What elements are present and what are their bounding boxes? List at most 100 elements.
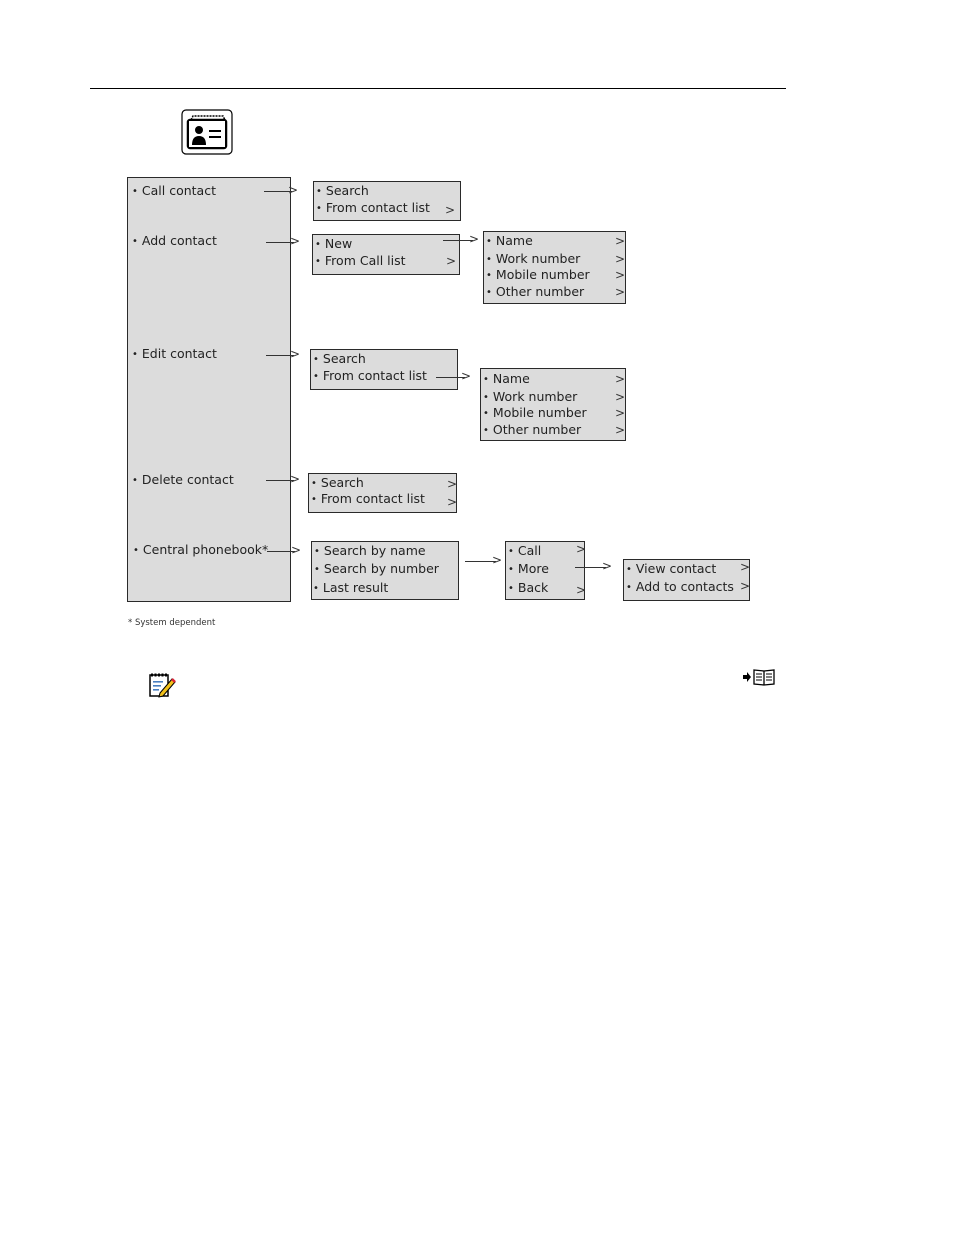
submenu-item[interactable]: • Search [311, 475, 364, 492]
header-rule [90, 88, 786, 89]
submenu-item[interactable]: • Search by number [314, 561, 439, 578]
submenu-item-label: Work number [492, 389, 578, 404]
arrow-connector [465, 553, 502, 567]
submenu-item-label: View contact [635, 561, 717, 576]
contacts-card-icon [181, 109, 233, 155]
submenu-item[interactable]: • Mobile number [483, 405, 587, 422]
bullet: • [486, 236, 492, 247]
menu-item-add-contact[interactable]: • Add contact [132, 233, 217, 250]
submenu-item[interactable]: • Last result [313, 580, 388, 597]
note-pencil-icon [149, 673, 176, 698]
submenu-item[interactable]: • Call [508, 543, 541, 560]
submenu-item[interactable]: • Work number [483, 389, 577, 406]
chevron-right-icon: > [446, 254, 457, 268]
submenu-item-label: Search [325, 183, 369, 198]
bullet: • [483, 374, 489, 385]
chevron-right-icon: > [615, 234, 626, 248]
bullet: • [314, 564, 320, 575]
submenu-item[interactable]: • Mobile number [486, 267, 590, 284]
submenu-item[interactable]: • Search [316, 183, 369, 200]
menu-item-label: Edit contact [141, 346, 217, 361]
submenu-item[interactable]: • View contact [626, 561, 716, 578]
bullet: • [483, 392, 489, 403]
submenu-item-label: Call [517, 543, 542, 558]
chevron-right-icon: > [615, 372, 626, 386]
menu-item-label: Call contact [141, 183, 216, 198]
submenu-item[interactable]: • From contact list [311, 491, 425, 508]
chevron-right-icon: > [447, 495, 458, 509]
bullet: • [314, 546, 320, 557]
arrow-connector [264, 183, 298, 197]
bullet: • [316, 186, 322, 197]
submenu-item-label: Name [495, 233, 533, 248]
menu-item-label: Central phonebook* [142, 542, 269, 557]
bullet: • [311, 494, 317, 505]
submenu-item-label: From contact list [320, 491, 425, 506]
arrow-connector [266, 347, 300, 361]
chevron-right-icon: > [740, 579, 751, 593]
submenu-item-label: Add to contacts [635, 579, 734, 594]
arrow-connector [443, 232, 479, 246]
chevron-right-icon: > [615, 423, 626, 437]
submenu-item-label: Search [322, 351, 366, 366]
bullet: • [315, 239, 321, 250]
bullet: • [132, 349, 138, 360]
chevron-right-icon: > [740, 560, 751, 574]
submenu-item-label: Search by number [323, 561, 439, 576]
submenu-item[interactable]: • Search by name [314, 543, 426, 560]
book-reference-icon [743, 669, 775, 686]
submenu-item-label: Work number [495, 251, 581, 266]
chevron-right-icon: > [615, 252, 626, 266]
submenu-item[interactable]: • More [508, 561, 549, 578]
bullet: • [508, 564, 514, 575]
menu-item-central-phonebook[interactable]: • Central phonebook* [133, 542, 268, 559]
submenu-item-label: From contact list [325, 200, 430, 215]
submenu-item[interactable]: • Search [313, 351, 366, 368]
arrow-connector [575, 559, 612, 573]
submenu-item[interactable]: • Add to contacts [626, 579, 734, 596]
submenu-item-label: Name [492, 371, 530, 386]
bullet: • [313, 583, 319, 594]
bullet: • [486, 270, 492, 281]
submenu-item[interactable]: • Other number [486, 284, 584, 301]
submenu-item[interactable]: • From contact list [316, 200, 430, 217]
submenu-item-label: From Call list [324, 253, 406, 268]
bullet: • [486, 287, 492, 298]
submenu-item-label: Back [517, 580, 549, 595]
arrow-connector [266, 234, 300, 248]
bullet: • [483, 425, 489, 436]
bullet: • [508, 583, 514, 594]
submenu-item-label: Mobile number [492, 405, 587, 420]
submenu-item-label: Search [320, 475, 364, 490]
bullet: • [132, 475, 138, 486]
submenu-item[interactable]: • From Call list [315, 253, 406, 270]
submenu-item-label: From contact list [322, 368, 427, 383]
submenu-item[interactable]: • Name [486, 233, 533, 250]
menu-item-call-contact[interactable]: • Call contact [132, 183, 216, 200]
submenu-item[interactable]: • Work number [486, 251, 580, 268]
bullet: • [626, 582, 632, 593]
chevron-right-icon: > [615, 406, 626, 420]
submenu-item[interactable]: • Back [508, 580, 548, 597]
menu-item-delete-contact[interactable]: • Delete contact [132, 472, 234, 489]
bullet: • [311, 478, 317, 489]
submenu-item[interactable]: • Name [483, 371, 530, 388]
submenu-item[interactable]: • New [315, 236, 352, 253]
submenu-item[interactable]: • Other number [483, 422, 581, 439]
menu-item-label: Add contact [141, 233, 217, 248]
submenu-item[interactable]: • From contact list [313, 368, 427, 385]
footnote: * System dependent [128, 618, 216, 628]
submenu-item-label: Mobile number [495, 267, 590, 282]
menu-item-label: Delete contact [141, 472, 234, 487]
bullet: • [483, 408, 489, 419]
chevron-right-icon: > [445, 203, 456, 217]
menu-item-edit-contact[interactable]: • Edit contact [132, 346, 217, 363]
submenu-item-label: Other number [492, 422, 582, 437]
arrow-connector [266, 472, 300, 486]
chevron-right-icon: > [615, 390, 626, 404]
submenu-item-label: More [517, 561, 549, 576]
submenu-item-label: New [324, 236, 353, 251]
bullet: • [313, 354, 319, 365]
chevron-right-icon: > [576, 542, 587, 556]
chevron-right-icon: > [615, 268, 626, 282]
